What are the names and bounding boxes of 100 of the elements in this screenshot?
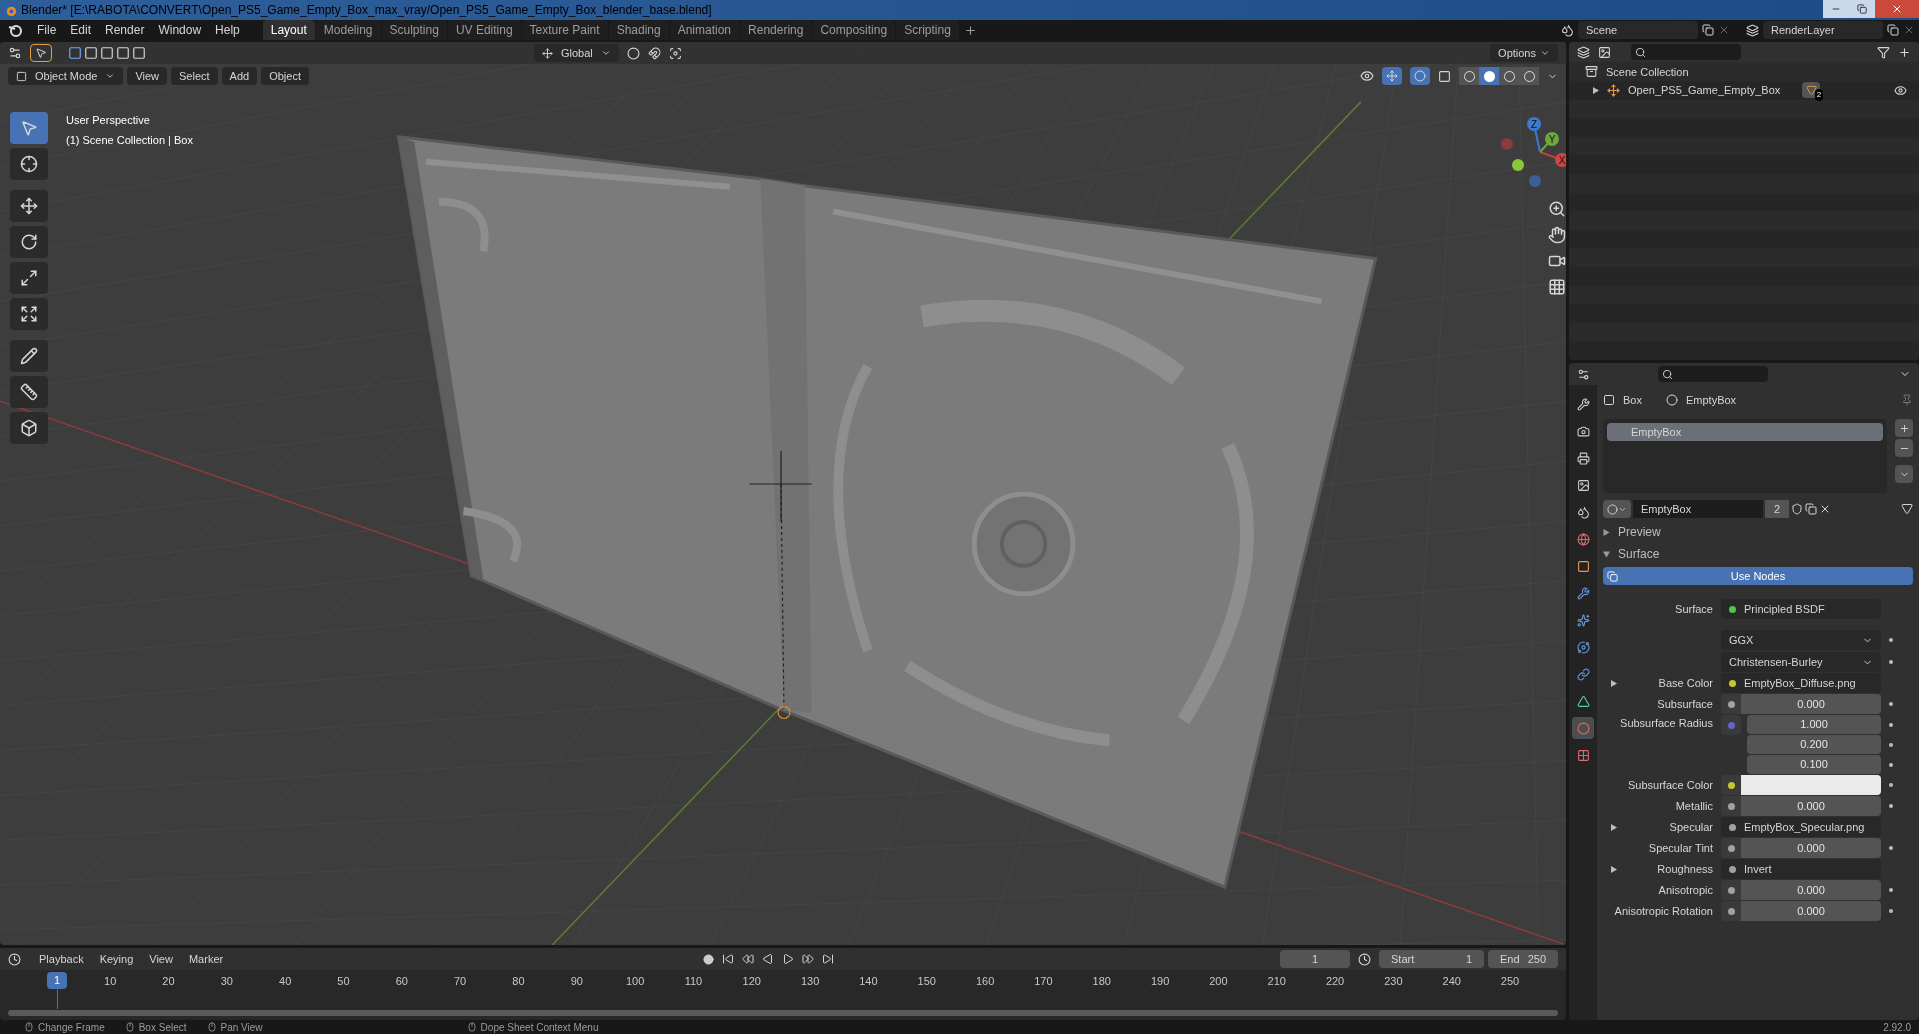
current-frame-field[interactable]: 1 (1280, 950, 1350, 968)
shading-mode-button[interactable] (1519, 67, 1539, 85)
options-dropdown[interactable]: Options (1490, 44, 1558, 62)
proportional-edit-icon[interactable] (668, 46, 682, 60)
scene-icon[interactable] (1561, 23, 1574, 37)
color-swatch[interactable] (1741, 775, 1881, 795)
expand-triangle-icon[interactable] (1611, 865, 1617, 873)
number-field[interactable]: 0.000 (1741, 901, 1881, 921)
transform-orientation-dropdown[interactable]: Global (534, 44, 619, 62)
start-frame-field[interactable]: Start 1 (1379, 950, 1484, 968)
tool-button[interactable] (10, 376, 48, 408)
mesh-data-badge[interactable]: 2 (1802, 82, 1821, 99)
next-keyframe-icon[interactable] (802, 953, 815, 965)
menu-item[interactable]: Edit (63, 21, 99, 39)
pivot-icon[interactable] (626, 46, 640, 60)
number-field[interactable]: 0.000 (1741, 880, 1881, 900)
view-layer-icon[interactable] (1598, 45, 1611, 59)
previous-keyframe-icon[interactable] (742, 953, 755, 965)
dropdown[interactable]: Christensen-Burley (1721, 652, 1881, 672)
workspace-tab[interactable]: Shading (608, 20, 669, 40)
menu-item[interactable]: Add (221, 67, 258, 85)
add-workspace-icon[interactable] (963, 23, 977, 37)
workspace-tab[interactable]: UV Editing (447, 20, 521, 40)
outliner-item[interactable]: Open_PS5_Game_Empty_Box (1628, 82, 1781, 99)
fake-user-icon[interactable] (1791, 503, 1803, 515)
expand-triangle-icon[interactable] (1603, 550, 1610, 558)
navigation-gizmo[interactable]: X Y Z (1495, 114, 1566, 194)
dropdown[interactable]: GGX (1721, 630, 1881, 650)
selection-mode-icon[interactable] (68, 46, 82, 60)
tool-button[interactable] (10, 148, 48, 180)
menu-item[interactable]: Object (261, 67, 309, 85)
record-icon[interactable] (703, 953, 715, 965)
selection-mode-icon[interactable] (116, 46, 130, 60)
menu-item[interactable]: View (143, 950, 179, 968)
expand-triangle-icon[interactable] (1611, 823, 1617, 831)
tool-button[interactable] (10, 226, 48, 258)
workspace-tab[interactable]: Layout (262, 20, 315, 40)
axis-handle[interactable]: Z (1527, 117, 1541, 131)
editor-type-icon[interactable] (8, 46, 22, 60)
workspace-tab[interactable]: Compositing (812, 20, 896, 40)
menu-item[interactable]: Help (208, 21, 247, 39)
view-layer-field[interactable]: RenderLayer (1763, 21, 1883, 39)
play-icon[interactable] (782, 953, 795, 965)
snap-icon[interactable] (647, 46, 661, 60)
selection-mode-icon[interactable] (100, 46, 114, 60)
add-slot-button[interactable] (1895, 419, 1913, 437)
number-field[interactable]: 0.000 (1741, 796, 1881, 816)
play-reverse-icon[interactable] (762, 953, 775, 965)
axis-handle[interactable] (1529, 175, 1541, 187)
material-browse-button[interactable] (1603, 500, 1631, 518)
workspace-tab[interactable]: Animation (669, 20, 740, 40)
scene-field[interactable]: Scene (1578, 21, 1698, 39)
display-mode-icon[interactable] (1577, 45, 1590, 59)
workspace-tab[interactable]: Scripting (896, 20, 959, 40)
3d-viewport[interactable]: Global Options Object Mode View Select Add Object User Perspective (1) Scene Collection | Box X Y Z (0, 42, 1566, 945)
close-icon[interactable] (1819, 503, 1831, 515)
linked-node-field[interactable]: EmptyBox_Specular.png (1721, 817, 1881, 837)
tool-button[interactable] (10, 298, 48, 330)
app-logo-icon[interactable] (8, 23, 22, 37)
material-name-field[interactable]: EmptyBox (1633, 500, 1763, 518)
tool-button[interactable] (10, 412, 48, 444)
stopwatch-icon[interactable] (1358, 952, 1371, 966)
search-field[interactable] (1631, 44, 1741, 61)
link-type-icon[interactable] (1901, 503, 1913, 515)
tool-button[interactable] (10, 340, 48, 372)
new-collection-icon[interactable] (1898, 45, 1911, 59)
duplicate-icon[interactable] (1805, 503, 1817, 515)
menu-item[interactable]: Render (98, 21, 152, 39)
menu-item[interactable]: Marker (182, 950, 230, 968)
linked-node-field[interactable]: Principled BSDF (1721, 599, 1881, 619)
menu-item[interactable]: Playback (33, 950, 90, 968)
menu-item[interactable]: Select (171, 67, 218, 85)
workspace-tab[interactable]: Modeling (315, 20, 381, 40)
shading-mode-button[interactable] (1499, 67, 1519, 85)
grid-icon[interactable] (1548, 278, 1566, 296)
duplicate-icon[interactable] (1887, 24, 1899, 36)
mode-dropdown[interactable]: Object Mode (8, 67, 124, 85)
current-frame-marker[interactable]: 1 (47, 972, 67, 989)
jump-start-icon[interactable] (722, 953, 735, 965)
outliner-item[interactable]: Scene Collection (1606, 63, 1689, 80)
workspace-tab[interactable]: Sculpting (381, 20, 447, 40)
user-count[interactable]: 2 (1765, 500, 1789, 518)
xray-icon[interactable] (1438, 69, 1451, 83)
shading-mode-button[interactable] (1479, 67, 1499, 85)
use-nodes-button[interactable]: Use Nodes (1603, 567, 1913, 585)
axis-handle[interactable]: X (1555, 153, 1566, 167)
jump-end-icon[interactable] (822, 953, 835, 965)
expand-triangle-icon[interactable] (1603, 528, 1610, 536)
panel-header[interactable]: Surface (1618, 545, 1660, 563)
workspace-tab[interactable]: Texture Paint (521, 20, 608, 40)
visibility-icon[interactable] (1894, 83, 1907, 97)
gizmo-toggle[interactable] (1382, 67, 1402, 85)
scrollbar[interactable] (8, 1010, 1558, 1016)
linked-node-field[interactable]: Invert (1721, 859, 1881, 879)
view-layer-icon[interactable] (1746, 23, 1759, 37)
end-frame-field[interactable]: End 250 (1488, 950, 1558, 968)
material-slot[interactable]: EmptyBox (1607, 423, 1883, 441)
zoom-icon[interactable] (1548, 200, 1566, 218)
shading-mode-button[interactable] (1459, 67, 1479, 85)
selection-mode-icon[interactable] (132, 46, 146, 60)
